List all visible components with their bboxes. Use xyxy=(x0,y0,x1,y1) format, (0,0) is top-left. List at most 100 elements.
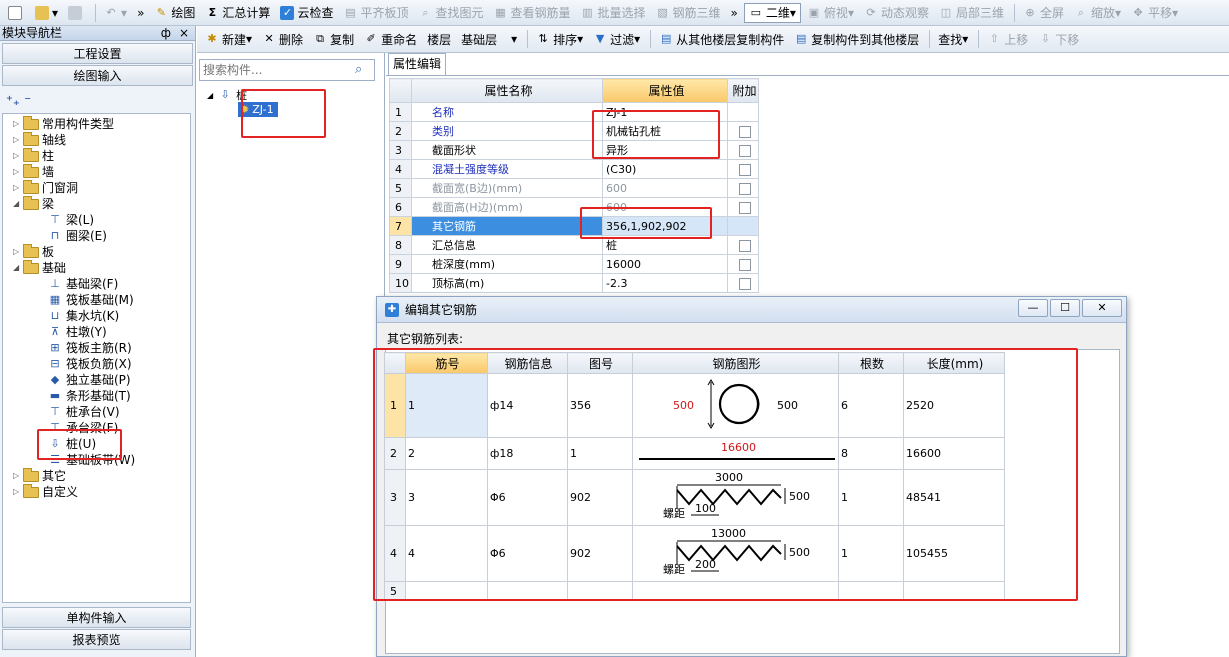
undo-button[interactable]: ↶ ▾ xyxy=(100,2,131,24)
save-button[interactable] xyxy=(64,2,89,24)
align-slab-top-button[interactable]: ▤ 平齐板顶 xyxy=(339,2,412,24)
search-icon[interactable]: ⌕ xyxy=(355,62,371,78)
tree-custom[interactable]: ▷ 自定义 xyxy=(13,483,78,500)
view-2d-select[interactable]: ▭ 二维 ▾ xyxy=(743,2,801,23)
tree-pile[interactable]: ⇩ 桩(U) xyxy=(47,436,97,452)
draw-button[interactable]: ✎ 绘图 xyxy=(150,2,199,24)
copy-to-icon: ▤ xyxy=(796,32,807,45)
checkbox[interactable] xyxy=(738,144,751,157)
tree-f12[interactable]: ☰ 基础板带(W) xyxy=(47,452,135,468)
copy-button[interactable]: ⧉ 复制 xyxy=(309,28,358,50)
floor-select[interactable]: 基础层 ▾ xyxy=(457,28,521,50)
close-icon[interactable]: × xyxy=(179,26,189,41)
table-row[interactable]: 6 截面高(H边)(mm) 600 xyxy=(389,197,759,217)
table-row[interactable]: 5 xyxy=(384,581,1005,601)
search-input[interactable]: 搜索构件... xyxy=(199,59,375,81)
shape-dim-a: 16600 xyxy=(721,441,756,454)
tree-foundation[interactable]: ◢ 基础 xyxy=(13,259,66,276)
table-row[interactable]: 10 顶标高(m) -2.3 xyxy=(389,273,759,293)
orbit-button[interactable]: ⟳ 动态观察 xyxy=(860,2,933,24)
checkbox[interactable] xyxy=(738,277,751,290)
copy-to-floor-button[interactable]: ▤ 复制构件到其他楼层 xyxy=(790,28,923,50)
open-button[interactable]: ▾ xyxy=(31,2,62,24)
tab-property-edit[interactable]: 属性编辑 xyxy=(388,53,446,75)
table-row[interactable]: 5 截面宽(B边)(mm) 600 xyxy=(389,178,759,198)
new-button[interactable]: ✱ 新建 ▾ xyxy=(201,28,256,50)
top-view-button[interactable]: ▣ 俯视 ▾ xyxy=(803,2,858,24)
table-row[interactable]: 2 类别 机械钻孔桩 xyxy=(389,121,759,141)
more-chevron[interactable]: » xyxy=(133,2,148,24)
rebar-3d-button[interactable]: ▧ 钢筋三维 xyxy=(652,2,725,24)
tree-f10[interactable]: ⊤ 承台梁(F) xyxy=(47,420,118,436)
table-row[interactable]: 3 3 Φ6 902 3000 500 螺距 100 1 48541 xyxy=(384,469,1005,526)
checkbox[interactable] xyxy=(738,125,751,138)
view-rebar-button[interactable]: ▦ 查看钢筋量 xyxy=(489,2,574,24)
tree-beam[interactable]: ◢ 梁 xyxy=(13,195,54,212)
tree-f3[interactable]: ⊔ 集水坑(K) xyxy=(47,308,120,324)
filter-button[interactable]: ▼ 过滤 ▾ xyxy=(589,28,644,50)
sort-button[interactable]: ⇅ 排序 ▾ xyxy=(532,28,587,50)
tree-wall[interactable]: ▷ 墙 xyxy=(13,163,54,180)
tree-slab[interactable]: ▷ 板 xyxy=(13,243,54,260)
tree-common[interactable]: ▷ 常用构件类型 xyxy=(13,115,114,132)
pan-button[interactable]: ✥ 平移 ▾ xyxy=(1127,2,1182,24)
new-file-icon xyxy=(8,5,22,20)
tree-other[interactable]: ▷ 其它 xyxy=(13,467,66,484)
tree-f2[interactable]: ▦ 筏板基础(M) xyxy=(47,292,134,308)
zoom-button[interactable]: ⌕ 缩放 ▾ xyxy=(1070,2,1125,24)
new-file-button[interactable] xyxy=(4,2,29,24)
tree-f5[interactable]: ⊞ 筏板主筋(R) xyxy=(47,340,131,356)
copy-from-floor-button[interactable]: ▤ 从其他楼层复制构件 xyxy=(655,28,788,50)
table-row[interactable]: 8 汇总信息桩 xyxy=(389,235,759,255)
local-3d-button[interactable]: ◫ 局部三维 xyxy=(935,2,1008,24)
shape-dim-b: 500 xyxy=(777,399,798,412)
table-row[interactable]: 1 名称 ZJ-1 xyxy=(389,102,759,122)
table-row-selected[interactable]: 7 其它钢筋 356,1,902,902 xyxy=(389,216,759,236)
checkbox[interactable] xyxy=(738,258,751,271)
rename-button[interactable]: ✐ 重命名 xyxy=(360,28,421,50)
tree-f1[interactable]: ⊥ 基础梁(F) xyxy=(47,276,118,292)
tree-axis[interactable]: ▷ 轴线 xyxy=(13,131,66,148)
tree-f6[interactable]: ⊟ 筏板负筋(X) xyxy=(47,356,131,372)
table-row[interactable]: 4 混凝土强度等级 (C30) xyxy=(389,159,759,179)
summary-calc-button[interactable]: Σ 汇总计算 xyxy=(201,2,274,24)
component-item-zj1[interactable]: ✹ ZJ-1 xyxy=(238,102,278,117)
checkbox[interactable] xyxy=(738,163,751,176)
tree-f7[interactable]: ◆ 独立基础(P) xyxy=(47,372,131,388)
report-preview-button[interactable]: 报表预览 xyxy=(2,629,191,650)
more-chevron-2[interactable]: » xyxy=(727,2,742,24)
expand-collapse-icons[interactable]: ⁺₊ ⁻ xyxy=(6,94,31,109)
move-down-button[interactable]: ⇩ 下移 xyxy=(1034,28,1083,50)
checkbox[interactable] xyxy=(738,201,751,214)
tree-root-pile[interactable]: ◢ ⇩ 桩 xyxy=(207,87,247,103)
find-button[interactable]: 查找 ▾ xyxy=(934,28,972,50)
single-component-input-button[interactable]: 单构件输入 xyxy=(2,607,191,628)
maximize-button[interactable]: ☐ xyxy=(1050,299,1080,317)
fullscreen-button[interactable]: ⊕ 全屏 xyxy=(1019,2,1068,24)
close-button[interactable]: ✕ xyxy=(1082,299,1122,317)
table-row[interactable]: 1 1 ф14 356 500 500 6 2520 xyxy=(384,373,1005,438)
delete-button[interactable]: ✕ 删除 xyxy=(258,28,307,50)
move-up-button[interactable]: ⇧ 上移 xyxy=(983,28,1032,50)
table-row[interactable]: 4 4 Φ6 902 13000 500 螺距 200 1 105455 xyxy=(384,525,1005,582)
table-row[interactable]: 2 2 ф18 1 16600 8 16600 xyxy=(384,437,1005,470)
tree-f9[interactable]: ⊤ 桩承台(V) xyxy=(47,404,119,420)
draw-input-button[interactable]: 绘图输入 xyxy=(2,65,193,86)
table-row[interactable]: 3 截面形状 异形 xyxy=(389,140,759,160)
tree-ring-beam[interactable]: ⊓ 圈梁(E) xyxy=(47,228,107,244)
checkbox[interactable] xyxy=(738,182,751,195)
pin-icon[interactable]: ф xyxy=(161,26,171,41)
project-settings-button[interactable]: 工程设置 xyxy=(2,43,193,64)
cloud-check-button[interactable]: ✓ 云检查 xyxy=(276,2,337,24)
find-element-button[interactable]: ⌕ 查找图元 xyxy=(414,2,487,24)
tree-beam-l[interactable]: ⊤ 梁(L) xyxy=(47,212,94,228)
table-row[interactable]: 9 桩深度(mm) 16000 xyxy=(389,254,759,274)
minimize-button[interactable]: — xyxy=(1018,299,1048,317)
tree-f4[interactable]: ⊼ 柱墩(Y) xyxy=(47,324,107,340)
batch-select-button[interactable]: ▥ 批量选择 xyxy=(577,2,650,24)
tree-f8[interactable]: ▬ 条形基础(T) xyxy=(47,388,131,404)
tree-door[interactable]: ▷ 门窗洞 xyxy=(13,179,78,196)
beam-icon: ⊤ xyxy=(50,213,60,226)
tree-column[interactable]: ▷ 柱 xyxy=(13,147,54,164)
checkbox[interactable] xyxy=(738,239,751,252)
